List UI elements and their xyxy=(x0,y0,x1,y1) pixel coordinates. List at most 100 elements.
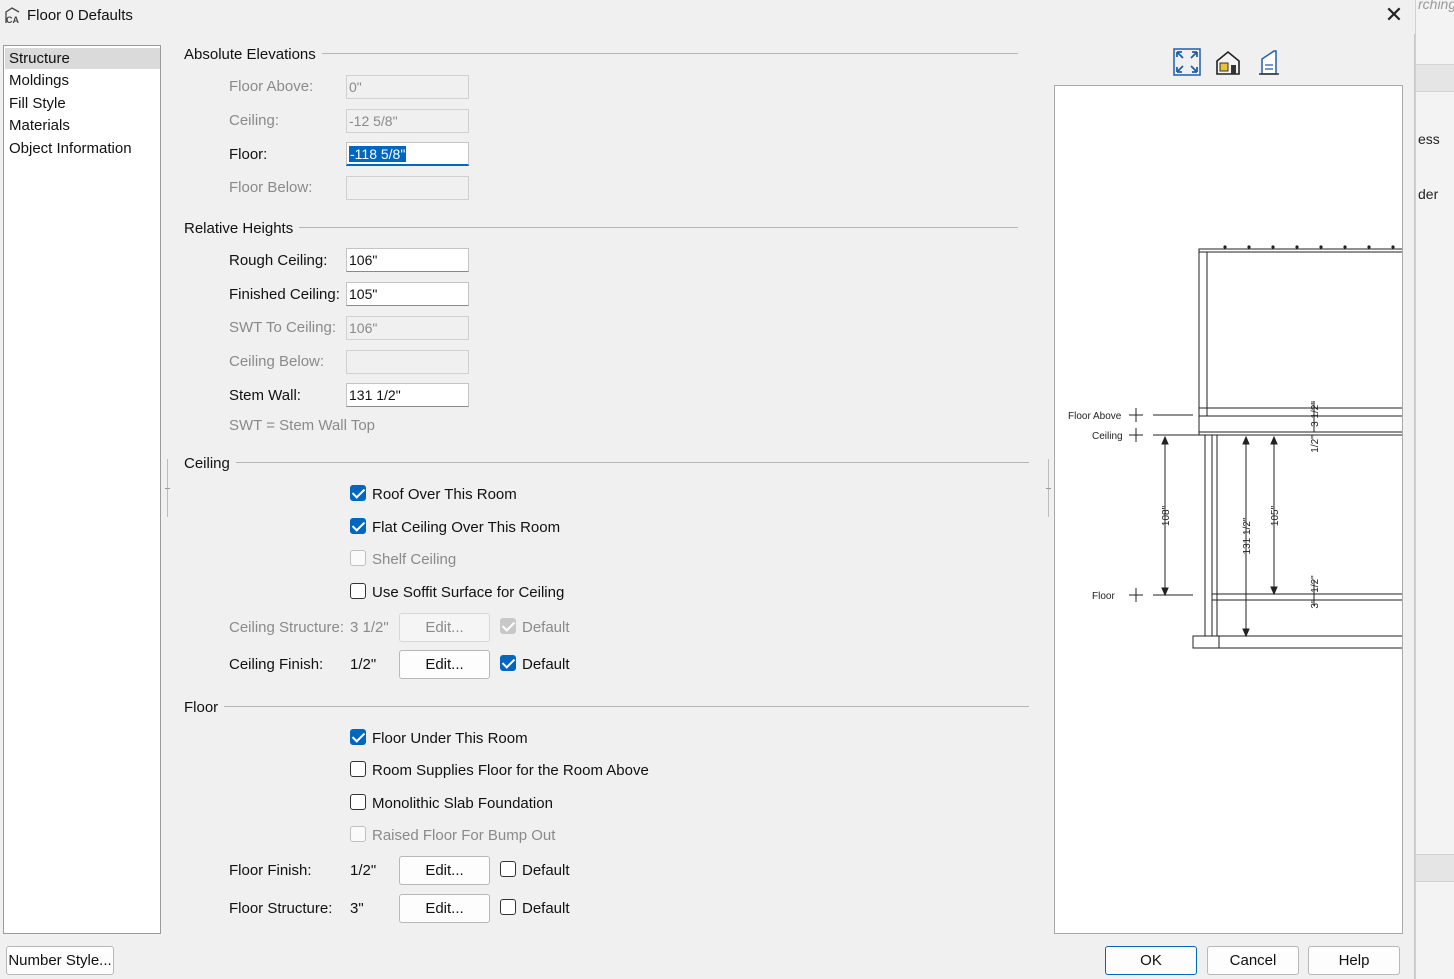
cancel-button[interactable]: Cancel xyxy=(1207,946,1299,975)
section-divider xyxy=(185,227,1018,228)
roof-over-room-label[interactable]: Roof Over This Room xyxy=(372,486,517,503)
number-style-button[interactable]: Number Style... xyxy=(6,946,114,975)
section-title-floor: Floor xyxy=(184,699,225,716)
ceiling-structure-edit-button: Edit... xyxy=(399,613,490,642)
ceiling-structure-value: 3 1/2" xyxy=(350,619,389,636)
monolithic-slab-label[interactable]: Monolithic Slab Foundation xyxy=(372,795,553,812)
text-caret xyxy=(406,146,408,161)
dimension-label: 1/2" xyxy=(1310,435,1321,453)
monolithic-slab-checkbox[interactable] xyxy=(350,794,366,810)
ceiling-finish-edit-button[interactable]: Edit... xyxy=(399,650,490,679)
dimension-label: 1/2" xyxy=(1310,575,1321,593)
floor-structure-edit-button[interactable]: Edit... xyxy=(399,894,490,923)
room-supplies-floor-label[interactable]: Room Supplies Floor for the Room Above xyxy=(372,762,649,779)
shelf-ceiling-checkbox xyxy=(350,550,366,566)
floor-finish-default-checkbox[interactable] xyxy=(500,861,516,877)
rough-ceiling-label: Rough Ceiling: xyxy=(229,252,328,269)
floor-finish-default-label[interactable]: Default xyxy=(522,862,570,879)
floor-structure-default-checkbox[interactable] xyxy=(500,899,516,915)
floor-finish-edit-button[interactable]: Edit... xyxy=(399,856,490,885)
ceiling-structure-default-checkbox xyxy=(500,618,516,634)
nav-item-structure[interactable]: Structure xyxy=(5,48,160,69)
roof-over-room-checkbox[interactable] xyxy=(350,485,366,501)
floor-above-field: 0" xyxy=(346,75,469,99)
stem-wall-label: Stem Wall: xyxy=(229,387,301,404)
raised-floor-label: Raised Floor For Bump Out xyxy=(372,827,556,844)
dimension-label: 105" xyxy=(1270,505,1281,526)
elevation-view-icon[interactable] xyxy=(1254,47,1284,77)
ceiling-finish-label: Ceiling Finish: xyxy=(229,656,324,673)
nav-item-moldings[interactable]: Moldings xyxy=(5,70,160,91)
fit-view-icon[interactable] xyxy=(1172,47,1202,77)
nav-item-materials[interactable]: Materials xyxy=(5,115,160,136)
dimension-label: 131 1/2" xyxy=(1242,517,1253,554)
floor-below-label: Floor Below: xyxy=(229,179,313,196)
nav-item-fill-style[interactable]: Fill Style xyxy=(5,93,160,114)
rough-ceiling-field[interactable]: 106" xyxy=(346,248,469,272)
section-divider xyxy=(185,462,1029,463)
title-bar: CA Floor 0 Defaults ✕ xyxy=(0,0,1415,34)
close-button[interactable]: ✕ xyxy=(1380,3,1408,29)
background-band xyxy=(1416,854,1454,882)
ceiling-below-label: Ceiling Below: xyxy=(229,353,325,370)
floor-structure-default-label[interactable]: Default xyxy=(522,900,570,917)
window-title: Floor 0 Defaults xyxy=(27,7,133,24)
category-list[interactable]: Structure Moldings Fill Style Materials … xyxy=(3,45,161,934)
room-supplies-floor-checkbox[interactable] xyxy=(350,761,366,777)
right-splitter-grip xyxy=(1046,488,1051,489)
floor-above-label: Floor Above: xyxy=(229,78,314,95)
floor-elevation-field[interactable]: -118 5/8" xyxy=(346,142,469,166)
background-text: der xyxy=(1418,186,1439,202)
floor-elevation-label: Floor: xyxy=(229,146,268,163)
soffit-surface-label[interactable]: Use Soffit Surface for Ceiling xyxy=(372,584,564,601)
nav-item-object-information[interactable]: Object Information xyxy=(5,138,160,159)
ceiling-elevation-field: -12 5/8" xyxy=(346,109,469,133)
ceiling-level-label: Ceiling xyxy=(1092,431,1123,442)
dimension-label: 3 1/2" xyxy=(1310,401,1321,427)
swt-note: SWT = Stem Wall Top xyxy=(229,417,376,434)
ok-button[interactable]: OK xyxy=(1105,946,1197,975)
flat-ceiling-label[interactable]: Flat Ceiling Over This Room xyxy=(372,519,560,536)
ceiling-structure-label: Ceiling Structure: xyxy=(229,619,345,636)
rafter-marks xyxy=(1223,245,1395,249)
ceiling-finish-default-label[interactable]: Default xyxy=(522,656,570,673)
flat-ceiling-checkbox[interactable] xyxy=(350,518,366,534)
floor-structure-value: 3" xyxy=(350,900,364,917)
floor-under-room-label[interactable]: Floor Under This Room xyxy=(372,730,528,747)
floor-below-field xyxy=(346,176,469,200)
background-text: ess xyxy=(1418,131,1440,147)
help-button[interactable]: Help xyxy=(1308,946,1400,975)
shelf-ceiling-label: Shelf Ceiling xyxy=(372,551,457,568)
floor-structure-label: Floor Structure: xyxy=(229,900,333,917)
finished-ceiling-field[interactable]: 105" xyxy=(346,282,469,306)
soffit-surface-checkbox[interactable] xyxy=(350,583,366,599)
section-drawing: Floor Above Ceiling Floor 108" 131 1/2" … xyxy=(1068,245,1402,649)
ceiling-finish-default-checkbox[interactable] xyxy=(500,655,516,671)
swt-to-ceiling-label: SWT To Ceiling: xyxy=(229,319,336,336)
background-text: rching xyxy=(1418,0,1454,12)
swt-to-ceiling-field: 106" xyxy=(346,316,469,340)
floor-defaults-dialog: CA Floor 0 Defaults ✕ Structure Moldings… xyxy=(0,0,1415,979)
stem-wall-field[interactable]: 131 1/2" xyxy=(346,383,469,407)
floor-above-level-label: Floor Above xyxy=(1068,411,1122,422)
ceiling-below-field xyxy=(346,350,469,374)
section-preview[interactable]: Floor Above Ceiling Floor 108" 131 1/2" … xyxy=(1054,85,1403,934)
ceiling-elevation-label: Ceiling: xyxy=(229,112,280,129)
background-band xyxy=(1416,64,1454,92)
floor-level-label: Floor xyxy=(1092,591,1115,602)
dimension-label: 3" xyxy=(1310,599,1321,609)
dimension-label: 108" xyxy=(1161,505,1172,526)
section-divider xyxy=(185,706,1029,707)
svg-text:CA: CA xyxy=(6,15,19,25)
ceiling-structure-default-label: Default xyxy=(522,619,570,636)
section-title-relative-heights: Relative Heights xyxy=(184,220,300,237)
raised-floor-checkbox xyxy=(350,826,366,842)
finished-ceiling-label: Finished Ceiling: xyxy=(229,286,340,303)
section-title-ceiling: Ceiling xyxy=(184,455,236,472)
app-logo-icon: CA xyxy=(5,7,19,25)
house-camera-icon[interactable] xyxy=(1213,47,1243,77)
background-window: rching ess der xyxy=(1415,0,1454,979)
floor-under-room-checkbox[interactable] xyxy=(350,729,366,745)
floor-elevation-value: -118 5/8" xyxy=(349,146,407,162)
floor-finish-value: 1/2" xyxy=(350,862,377,879)
